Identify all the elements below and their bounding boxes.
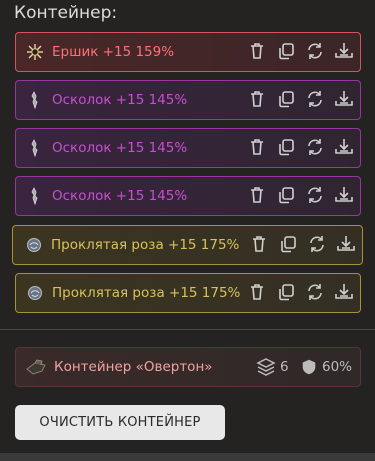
list-item[interactable]: Проклятая роза +15 175% [12, 225, 363, 265]
item-thumbnail-icon [26, 284, 44, 302]
container-title: Контейнер: [14, 3, 118, 23]
defense-stat: 60% [300, 348, 352, 386]
copy-icon[interactable] [276, 282, 296, 302]
item-thumbnail-icon [26, 91, 44, 110]
refresh-icon[interactable] [305, 137, 325, 157]
refresh-icon[interactable] [305, 89, 325, 109]
refresh-icon[interactable] [307, 234, 327, 254]
copy-icon[interactable] [278, 234, 298, 254]
refresh-icon[interactable] [305, 282, 325, 302]
item-label: Осколок +15 145% [52, 188, 188, 204]
bottom-background [0, 453, 375, 461]
item-thumbnail-icon [25, 236, 43, 254]
refresh-icon[interactable] [305, 41, 325, 61]
item-label: Осколок +15 145% [52, 92, 188, 108]
copy-icon[interactable] [276, 137, 296, 157]
list-item[interactable]: Ершик +15 159% [15, 32, 361, 72]
shield-icon [300, 358, 318, 376]
download-icon[interactable] [334, 282, 354, 302]
layers-icon [256, 357, 276, 377]
list-item[interactable]: Осколок +15 145% [15, 176, 361, 216]
download-icon[interactable] [334, 89, 354, 109]
section-divider [0, 329, 375, 330]
item-label: Осколок +15 145% [52, 140, 188, 156]
download-icon[interactable] [334, 41, 354, 61]
container-summary[interactable]: Контейнер «Овертон» 6 60% [15, 347, 361, 387]
item-label: Проклятая роза +15 175% [52, 285, 241, 301]
item-label: Ершик +15 159% [52, 44, 175, 60]
trash-icon[interactable] [247, 282, 267, 302]
defense-value: 60% [322, 359, 353, 375]
copy-icon[interactable] [276, 89, 296, 109]
container-thumbnail-icon [25, 357, 47, 377]
trash-icon[interactable] [247, 185, 267, 205]
trash-icon[interactable] [247, 137, 267, 157]
trash-icon[interactable] [249, 234, 269, 254]
item-label: Проклятая роза +15 175% [51, 237, 240, 253]
list-item[interactable]: Осколок +15 145% [15, 128, 361, 168]
item-thumbnail-icon [26, 139, 44, 158]
copy-icon[interactable] [276, 41, 296, 61]
item-thumbnail-icon [26, 187, 44, 206]
list-item[interactable]: Осколок +15 145% [15, 80, 361, 120]
layers-count: 6 [280, 359, 289, 375]
layers-stat: 6 [256, 348, 289, 386]
item-thumbnail-icon [26, 43, 44, 61]
clear-container-button[interactable]: ОЧИСТИТЬ КОНТЕЙНЕР [15, 405, 225, 440]
trash-icon[interactable] [247, 41, 267, 61]
download-icon[interactable] [334, 185, 354, 205]
list-item[interactable]: Проклятая роза +15 175% [15, 273, 361, 313]
container-name: Контейнер «Овертон» [54, 359, 213, 375]
trash-icon[interactable] [247, 89, 267, 109]
download-icon[interactable] [334, 137, 354, 157]
refresh-icon[interactable] [305, 185, 325, 205]
download-icon[interactable] [336, 234, 356, 254]
copy-icon[interactable] [276, 185, 296, 205]
